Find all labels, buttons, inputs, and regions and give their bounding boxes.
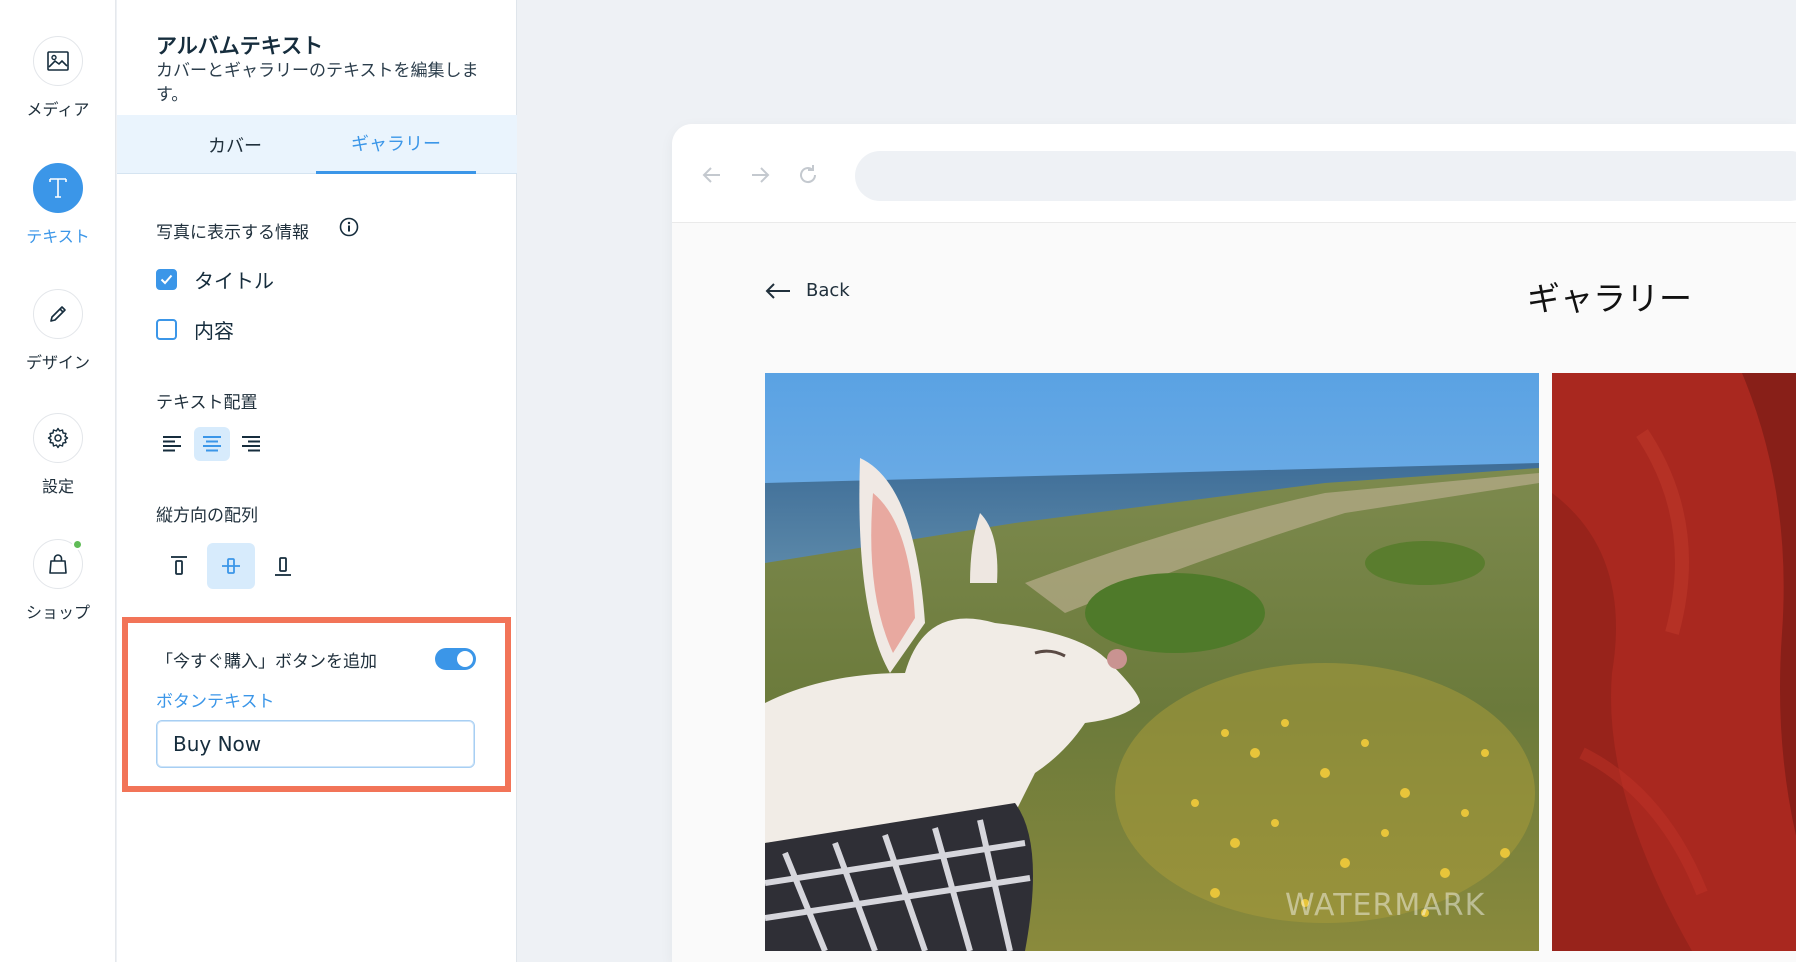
align-right-button[interactable] <box>233 427 269 461</box>
rail-label-text: テキスト <box>26 227 90 246</box>
image-icon <box>33 36 83 86</box>
valign-top-button[interactable] <box>155 543 203 589</box>
rail-item-media[interactable]: メディア <box>0 36 116 120</box>
back-label: Back <box>806 280 850 301</box>
align-right-icon <box>242 436 260 452</box>
back-link[interactable]: Back <box>764 280 850 301</box>
vertical-align-label: 縦方向の配列 <box>156 506 258 526</box>
gallery-photo-red[interactable] <box>1552 373 1796 951</box>
valign-bottom-button[interactable] <box>259 543 307 589</box>
checkbox-title[interactable] <box>156 269 177 290</box>
watermark-text: WATERMARK <box>1285 888 1486 923</box>
align-left-button[interactable] <box>154 427 190 461</box>
align-center-icon <box>203 436 221 452</box>
red-fabric-image <box>1552 373 1796 951</box>
gallery-photo-dog[interactable]: WATERMARK <box>765 373 1539 951</box>
pen-icon <box>33 289 83 339</box>
settings-panel: アルバムテキスト カバーとギャラリーのテキストを編集します。 カバー ギャラリー… <box>117 0 517 962</box>
checkbox-description-row[interactable]: 内容 <box>156 315 234 344</box>
tab-gallery[interactable]: ギャラリー <box>316 115 476 174</box>
checkbox-title-row[interactable]: タイトル <box>156 265 274 294</box>
bag-icon <box>33 539 83 589</box>
panel-subtitle: カバーとギャラリーのテキストを編集します。 <box>156 61 479 105</box>
panel-title: アルバムテキスト <box>156 34 324 58</box>
gallery-title: ギャラリー <box>1527 279 1692 318</box>
text-icon <box>33 163 83 213</box>
buy-now-toggle-label: 「今すぐ購入」ボタンを追加 <box>156 652 377 672</box>
rail-item-text[interactable]: テキスト <box>0 163 116 247</box>
info-icon[interactable] <box>339 217 359 237</box>
arrow-left-icon <box>765 282 790 299</box>
browser-back-icon[interactable] <box>700 163 724 187</box>
align-left-icon <box>163 436 181 452</box>
photo-info-label: 写真に表示する情報 <box>156 223 309 243</box>
rail-label-design: デザイン <box>25 353 90 372</box>
valign-bottom-icon <box>275 557 291 576</box>
url-bar[interactable] <box>855 151 1796 201</box>
gear-icon <box>33 413 83 463</box>
valign-middle-button[interactable] <box>207 543 255 589</box>
notification-dot <box>72 539 83 550</box>
checkbox-description-label: 内容 <box>194 319 234 343</box>
checkbox-description[interactable] <box>156 319 177 340</box>
browser-reload-icon[interactable] <box>796 163 820 187</box>
dog-photo-image <box>765 373 1539 951</box>
valign-top-icon <box>171 556 187 575</box>
check-icon <box>160 274 173 285</box>
align-center-button[interactable] <box>194 427 230 461</box>
browser-bar <box>672 124 1796 223</box>
rail-item-settings[interactable]: 設定 <box>0 413 116 497</box>
browser-forward-icon[interactable] <box>748 163 772 187</box>
rail-label-shop: ショップ <box>25 603 90 622</box>
rail-item-shop[interactable]: ショップ <box>0 539 116 623</box>
toggle-knob <box>457 651 473 667</box>
icon-rail: メディア テキスト デザイン 設定 ショップ <box>0 0 116 962</box>
tab-cover[interactable]: カバー <box>157 115 313 174</box>
buy-now-toggle[interactable] <box>435 648 476 670</box>
text-align-label: テキスト配置 <box>156 393 258 413</box>
rail-label-media: メディア <box>26 100 90 119</box>
site-preview: Back ギャラリー WATERMARK <box>672 124 1796 962</box>
button-text-label: ボタンテキスト <box>156 692 275 712</box>
rail-label-settings: 設定 <box>41 477 74 496</box>
button-text-input[interactable] <box>156 720 475 768</box>
checkbox-title-label: タイトル <box>194 269 274 293</box>
rail-item-design[interactable]: デザイン <box>0 289 116 373</box>
tab-bar: カバー ギャラリー <box>117 115 517 174</box>
valign-middle-icon <box>222 558 240 574</box>
